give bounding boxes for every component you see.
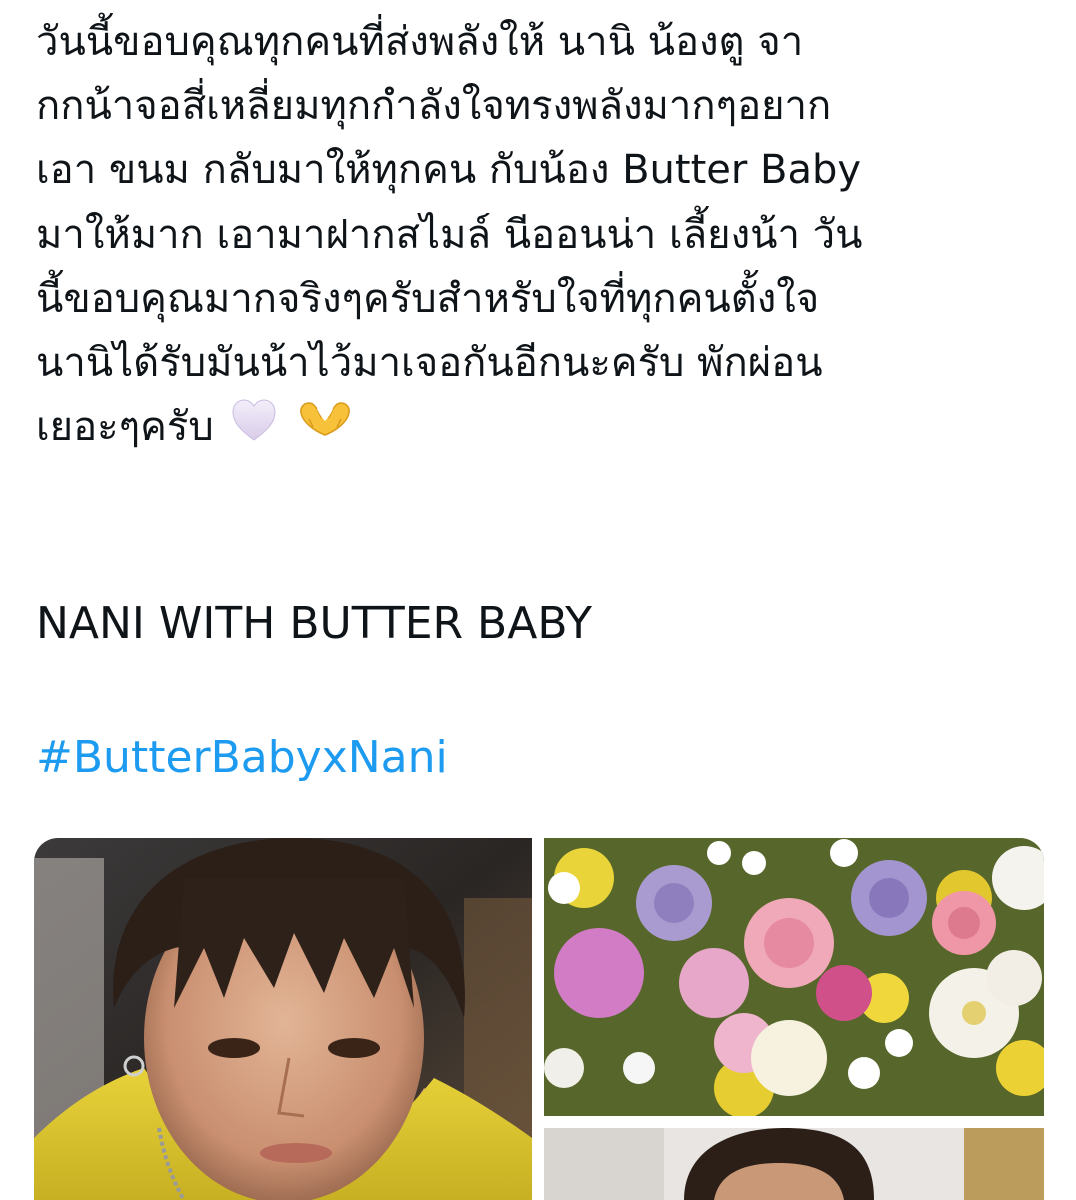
- tweet-text-line: มาให้มาก เอามาฝากสไมล์ นีออนน่า เลี้ยงน้…: [36, 211, 863, 258]
- tweet-body: วันนี้ขอบคุณทุกคนที่ส่งพลังให้ นานิ น้อง…: [36, 0, 1046, 783]
- media-grid: [34, 838, 1044, 1200]
- photo-selfie-yellow-top[interactable]: [34, 838, 532, 1200]
- tweet-text-line: นานิได้รับมันน้าไว้มาเจอกันอีกนะครับ พัก…: [36, 340, 823, 387]
- photo-selfie-2[interactable]: [544, 1128, 1044, 1200]
- tweet-text-line-last: เยอะๆครับ: [36, 395, 1046, 462]
- photo-flower-bouquet[interactable]: [544, 838, 1044, 1116]
- tweet-text-line: นี้ขอบคุณมากจริงๆครับสำหรับใจที่ทุกคนตั้…: [36, 275, 820, 322]
- heart-hands-icon: [295, 397, 355, 462]
- white-heart-icon: [230, 397, 278, 462]
- hashtag-link[interactable]: #ButterBabyxNani: [36, 730, 448, 786]
- tweet-text: วันนี้ขอบคุณทุกคนที่ส่งพลังให้ นานิ น้อง…: [36, 0, 1046, 462]
- tweet-text-line: วันนี้ขอบคุณทุกคนที่ส่งพลังให้ นานิ น้อง…: [36, 19, 804, 65]
- tweet-text-line: กกน้าจอสี่เหลี่ยมทุกกำลังใจทรงพลังมากๆอย…: [36, 83, 832, 130]
- tweet-text-line: เอา ขนม กลับมาให้ทุกคน กับน้อง Butter Ba…: [36, 147, 862, 194]
- tweet-headline: NANI WITH BUTTER BABY: [36, 598, 592, 649]
- tweet-text-line: เยอะๆครับ: [36, 404, 214, 451]
